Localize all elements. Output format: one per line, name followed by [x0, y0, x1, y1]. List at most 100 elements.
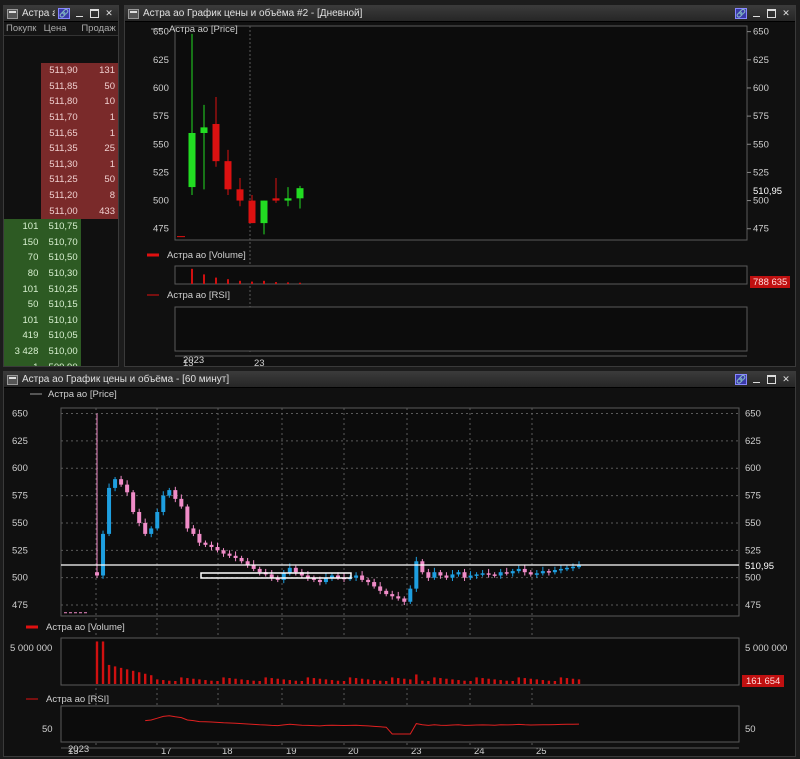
ask-buy-cell[interactable]	[4, 110, 41, 126]
ask-buy-cell[interactable]	[4, 63, 41, 79]
hourly-volume-panel[interactable]	[60, 637, 740, 686]
daily-chart-titlebar[interactable]: Астра ао График цены и объёма #2 - [Днев…	[125, 6, 795, 22]
ask-qty-cell[interactable]: 1	[80, 109, 118, 126]
ask-price-cell[interactable]: 511,25	[41, 172, 81, 188]
ask-price-cell[interactable]: 511,85	[41, 78, 81, 95]
daily-chart-canvas[interactable]: Астра ао [Price] 650 625 600 575 550 525 500 47…	[125, 22, 795, 366]
bid-sell-cell[interactable]	[81, 266, 118, 282]
ask-qty-cell[interactable]: 433	[80, 203, 118, 219]
bid-row[interactable]: 50 510,15	[4, 296, 118, 313]
ask-row[interactable]: 511,70 1	[4, 109, 118, 126]
ask-row[interactable]: 511,20 8	[4, 187, 118, 204]
bid-qty-cell[interactable]: 150	[4, 234, 42, 251]
bid-sell-cell[interactable]	[81, 250, 118, 266]
ask-price-cell[interactable]: 511,00	[41, 203, 81, 219]
bid-qty-cell[interactable]: 101	[4, 281, 42, 297]
minimize-button[interactable]	[73, 8, 85, 19]
link-icon[interactable]: 🔗	[58, 8, 70, 19]
maximize-button[interactable]	[765, 374, 777, 385]
ask-row[interactable]: 511,35 25	[4, 140, 118, 157]
bid-price-cell[interactable]: 510,25	[41, 281, 81, 297]
ask-qty-cell[interactable]: 50	[80, 78, 118, 95]
ask-price-cell[interactable]: 511,20	[41, 187, 81, 204]
bid-sell-cell[interactable]	[81, 235, 118, 251]
bid-sell-cell[interactable]	[81, 328, 118, 344]
ask-buy-cell[interactable]	[4, 125, 41, 141]
bid-row[interactable]: 150 510,70	[4, 234, 118, 251]
ask-qty-cell[interactable]: 1	[80, 125, 118, 141]
daily-volume-panel[interactable]	[174, 265, 748, 285]
bid-qty-cell[interactable]: 50	[4, 296, 42, 313]
bid-row[interactable]: 419 510,05	[4, 328, 118, 344]
bid-row[interactable]: 101 510,10	[4, 312, 118, 329]
bid-sell-cell[interactable]	[81, 359, 118, 366]
maximize-button[interactable]	[765, 8, 777, 19]
ask-price-cell[interactable]: 511,35	[41, 140, 81, 157]
ask-qty-cell[interactable]: 25	[80, 140, 118, 157]
ask-qty-cell[interactable]: 10	[80, 94, 118, 110]
ask-buy-cell[interactable]	[4, 79, 41, 95]
minimize-button[interactable]	[750, 8, 762, 19]
ask-price-cell[interactable]: 511,65	[41, 125, 81, 141]
bid-row[interactable]: 3 428 510,00	[4, 343, 118, 360]
daily-rsi-panel[interactable]	[174, 306, 748, 352]
ask-price-cell[interactable]: 511,30	[41, 156, 81, 173]
close-button[interactable]: ✕	[780, 8, 792, 19]
ask-buy-cell[interactable]	[4, 157, 41, 173]
ask-buy-cell[interactable]	[4, 94, 41, 110]
ask-price-cell[interactable]: 511,80	[41, 94, 81, 110]
bid-sell-cell[interactable]	[81, 281, 118, 297]
ask-qty-cell[interactable]: 131	[80, 63, 118, 79]
bid-qty-cell[interactable]: 419	[4, 328, 42, 344]
bid-price-cell[interactable]: 510,00	[41, 343, 81, 360]
bid-row[interactable]: 1509,90	[4, 359, 118, 366]
ask-buy-cell[interactable]	[4, 188, 41, 204]
hourly-chart-window[interactable]: Астра ао График цены и объёма - [60 мину…	[3, 371, 796, 757]
minimize-button[interactable]	[750, 374, 762, 385]
ask-buy-cell[interactable]	[4, 141, 41, 157]
bid-price-cell[interactable]: 510,30	[41, 265, 81, 282]
bid-price-cell[interactable]: 510,75	[41, 218, 81, 235]
sell-column-header[interactable]: Продаж	[78, 23, 118, 34]
ask-buy-cell[interactable]	[4, 172, 41, 188]
bid-row[interactable]: 70 510,50	[4, 250, 118, 266]
order-book-titlebar[interactable]: Астра ао 🔗 ✕	[4, 6, 118, 22]
ask-row[interactable]: 511,90 131	[4, 63, 118, 79]
ask-row[interactable]: 511,25 50	[4, 172, 118, 188]
bid-price-cell[interactable]: 509,90	[41, 359, 81, 366]
ask-row[interactable]: 511,30 1	[4, 156, 118, 173]
bid-qty-cell[interactable]: 101	[4, 218, 42, 235]
ask-price-cell[interactable]: 511,70	[41, 109, 81, 126]
ask-row[interactable]: 511,65 1	[4, 125, 118, 141]
hourly-chart-titlebar[interactable]: Астра ао График цены и объёма - [60 мину…	[4, 372, 795, 388]
bid-sell-cell[interactable]	[81, 297, 118, 313]
bid-qty-cell[interactable]: 101	[4, 312, 42, 329]
bid-qty-cell[interactable]: 1	[4, 359, 42, 366]
bid-price-cell[interactable]: 510,70	[41, 234, 81, 251]
ask-qty-cell[interactable]: 8	[80, 187, 118, 204]
bid-price-cell[interactable]: 510,05	[41, 328, 81, 344]
bid-row[interactable]: 101 510,75	[4, 218, 118, 235]
daily-chart-window[interactable]: Астра ао График цены и объёма #2 - [Днев…	[124, 5, 796, 367]
close-button[interactable]: ✕	[103, 8, 115, 19]
bid-price-cell[interactable]: 510,15	[41, 296, 81, 313]
ask-buy-cell[interactable]	[4, 203, 41, 219]
bid-qty-cell[interactable]: 70	[4, 250, 42, 266]
ask-row[interactable]: 511,00 433	[4, 203, 118, 219]
ask-qty-cell[interactable]: 50	[80, 172, 118, 188]
ask-price-cell[interactable]: 511,90	[41, 63, 81, 79]
ask-row[interactable]: 511,80 10	[4, 94, 118, 110]
hourly-rsi-panel[interactable]	[60, 705, 740, 743]
close-button[interactable]: ✕	[780, 374, 792, 385]
maximize-button[interactable]	[88, 8, 100, 19]
ask-row[interactable]: 511,85 50	[4, 78, 118, 95]
bid-price-cell[interactable]: 510,50	[41, 250, 81, 266]
bid-sell-cell[interactable]	[81, 313, 118, 329]
bid-sell-cell[interactable]	[81, 219, 118, 235]
hourly-chart-canvas[interactable]: Астра ао [Price] 650 625 600 575 550 525 500 47…	[4, 388, 795, 756]
link-icon[interactable]: 🔗	[735, 374, 747, 385]
bid-sell-cell[interactable]	[81, 344, 118, 360]
bid-row[interactable]: 80 510,30	[4, 265, 118, 282]
order-book-window[interactable]: Астра ао 🔗 ✕ Покупк Цена Продаж 511,9013…	[3, 5, 119, 367]
ask-qty-cell[interactable]: 1	[80, 156, 118, 173]
